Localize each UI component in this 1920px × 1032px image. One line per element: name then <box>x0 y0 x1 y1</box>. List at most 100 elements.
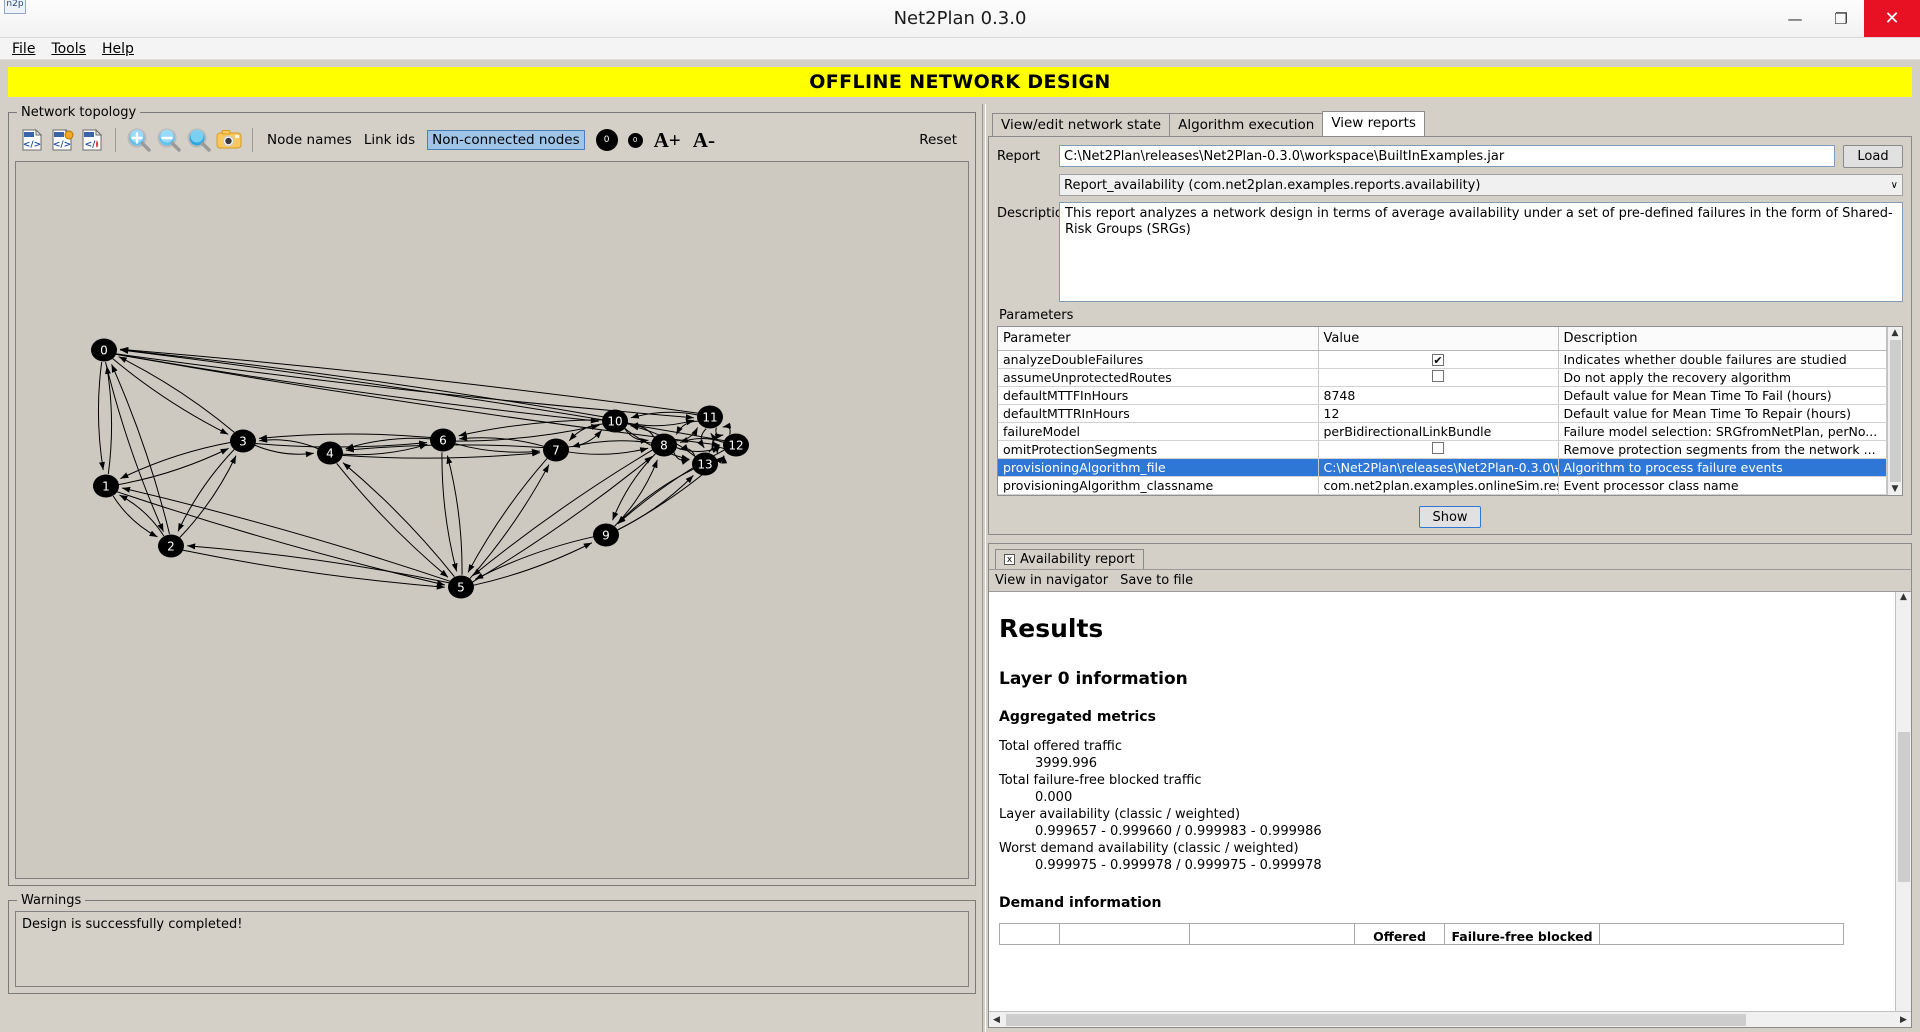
table-row[interactable]: defaultMTTRInHours 12 Default value for Me… <box>998 404 1887 423</box>
topology-link[interactable] <box>458 419 603 437</box>
topology-link[interactable] <box>118 447 229 486</box>
topology-link[interactable] <box>342 462 455 577</box>
scroll-thumb[interactable] <box>1889 340 1901 482</box>
topology-link[interactable] <box>616 475 694 531</box>
topology-link[interactable] <box>118 356 235 433</box>
load-design-demands-icon[interactable]: </> <box>47 125 77 155</box>
topology-node[interactable]: 11 <box>697 405 723 429</box>
topology-canvas[interactable]: 0 1 2 3 4 5 6 7 8 9 10 11 12 13 <box>15 161 969 879</box>
table-row[interactable]: provisioningAlgorithm_file C:\Net2Plan\re… <box>998 458 1887 477</box>
topology-link[interactable] <box>341 450 541 459</box>
report-select[interactable]: Report_availability (com.net2plan.exampl… <box>1059 174 1903 196</box>
topology-link[interactable] <box>441 452 458 572</box>
topology-link[interactable] <box>714 427 724 440</box>
tab-availability-report[interactable]: x Availability report <box>995 549 1144 569</box>
table-row[interactable]: failureModel perBidirectionalLinkBundle Fa… <box>998 422 1887 441</box>
topology-link[interactable] <box>120 347 604 418</box>
parameters-scrollbar[interactable]: ▲ ▼ <box>1887 327 1902 495</box>
font-increase-button[interactable]: A+ <box>654 128 681 153</box>
topology-link[interactable] <box>115 353 599 424</box>
topology-link[interactable] <box>120 347 725 442</box>
topology-node[interactable]: 5 <box>448 575 474 599</box>
topology-node[interactable]: 1 <box>93 474 119 498</box>
checkbox-icon[interactable]: ✔ <box>1432 354 1444 366</box>
report-vscrollbar[interactable]: ▲ <box>1895 592 1911 1011</box>
topology-node[interactable]: 12 <box>723 433 749 457</box>
topology-link[interactable] <box>469 464 550 579</box>
toggle-non-connected-nodes[interactable]: Non-connected nodes <box>427 130 585 150</box>
topology-node[interactable]: 13 <box>692 452 718 476</box>
topology-link[interactable] <box>182 549 445 590</box>
param-value-cell[interactable]: com.net2plan.examples.onlineSim.resilien… <box>1318 476 1559 495</box>
checkbox-icon[interactable] <box>1432 370 1444 382</box>
close-icon[interactable]: x <box>1004 554 1015 565</box>
report-hscrollbar[interactable]: ◀ ▶ <box>989 1011 1911 1027</box>
topology-link[interactable] <box>722 422 732 435</box>
take-snapshot-icon[interactable] <box>214 125 244 155</box>
topology-link[interactable] <box>177 449 235 532</box>
topology-node[interactable]: 2 <box>158 534 184 558</box>
report-path-input[interactable]: C:\Net2Plan\releases\Net2Plan-0.3.0\work… <box>1059 145 1835 167</box>
checkbox-icon[interactable] <box>1432 442 1444 454</box>
topology-link[interactable] <box>446 455 463 575</box>
zoom-in-icon[interactable] <box>124 125 154 155</box>
topology-link[interactable] <box>119 494 165 537</box>
topology-link[interactable] <box>111 364 170 534</box>
topology-link[interactable] <box>617 468 695 524</box>
report-hscroll-thumb[interactable] <box>1006 1013 1746 1026</box>
node-size-increase-button[interactable]: 0 <box>595 129 618 151</box>
report-scroll-left-icon[interactable]: ◀ <box>989 1015 1004 1025</box>
topology-node[interactable]: 6 <box>430 428 456 452</box>
topology-node[interactable]: 3 <box>230 429 256 453</box>
tab-view-reports[interactable]: View reports <box>1322 111 1425 136</box>
close-button[interactable]: ✕ <box>1864 0 1920 37</box>
table-row[interactable]: defaultMTTFInHours 8748 Default value for … <box>998 386 1887 405</box>
topology-link[interactable] <box>473 542 593 586</box>
topology-link[interactable] <box>187 543 450 584</box>
menu-tools[interactable]: Tools <box>43 40 94 58</box>
table-row[interactable]: analyzeDoubleFailures ✔ Indicates whether … <box>998 350 1887 369</box>
param-value-cell[interactable]: 8748 <box>1318 386 1559 405</box>
toggle-link-ids[interactable]: Link ids <box>364 132 415 148</box>
param-value-cell[interactable] <box>1318 368 1559 387</box>
param-value-cell[interactable]: ✔ <box>1318 350 1559 369</box>
table-row[interactable]: provisioningAlgorithm_classname com.net2p… <box>998 476 1887 495</box>
topology-link[interactable] <box>716 455 728 464</box>
reset-topology-button[interactable]: Reset <box>919 132 967 148</box>
toggle-node-names[interactable]: Node names <box>267 132 352 148</box>
pane-splitter[interactable] <box>980 104 988 1032</box>
table-row[interactable]: assumeUnprotectedRoutes Do not apply the … <box>998 368 1887 387</box>
topology-node[interactable]: 0 <box>91 338 117 362</box>
topology-node[interactable]: 8 <box>651 433 677 457</box>
scroll-down-icon[interactable]: ▼ <box>1888 484 1903 494</box>
table-row[interactable]: omitProtectionSegments Remove protection … <box>998 440 1887 459</box>
tab-algorithm-execution[interactable]: Algorithm execution <box>1169 113 1324 137</box>
save-to-file-link[interactable]: Save to file <box>1120 573 1193 588</box>
report-vscroll-thumb[interactable] <box>1897 732 1910 882</box>
topology-link[interactable] <box>336 463 449 578</box>
topology-node[interactable]: 4 <box>317 441 343 465</box>
topology-link[interactable] <box>568 447 649 455</box>
maximize-button[interactable]: ❐ <box>1818 0 1864 37</box>
topology-node[interactable]: 9 <box>593 523 619 547</box>
param-value-cell[interactable]: 12 <box>1318 404 1559 423</box>
show-button[interactable]: Show <box>1419 506 1481 528</box>
load-design-icon[interactable]: </> <box>17 125 47 155</box>
scroll-up-icon[interactable]: ▲ <box>1888 328 1903 338</box>
topology-link[interactable] <box>97 361 105 471</box>
param-value-cell[interactable]: perBidirectionalLinkBundle <box>1318 422 1559 441</box>
node-size-decrease-button[interactable]: 0 <box>627 132 643 148</box>
zoom-out-icon[interactable] <box>154 125 184 155</box>
topology-link[interactable] <box>472 455 653 583</box>
topology-link[interactable] <box>467 458 548 573</box>
font-decrease-button[interactable]: A- <box>693 128 715 153</box>
load-button[interactable]: Load <box>1843 145 1903 168</box>
reset-design-icon[interactable]: </ <box>77 125 107 155</box>
topology-link[interactable] <box>105 362 164 532</box>
tab-view-edit-network-state[interactable]: View/edit network state <box>992 113 1171 137</box>
topology-node[interactable]: 7 <box>543 438 569 462</box>
menu-file[interactable]: File <box>4 40 43 58</box>
zoom-all-icon[interactable] <box>184 125 214 155</box>
param-value-cell[interactable] <box>1318 440 1559 459</box>
param-value-cell[interactable]: C:\Net2Plan\releases\Net2Plan-0.3.0\work… <box>1318 458 1559 477</box>
